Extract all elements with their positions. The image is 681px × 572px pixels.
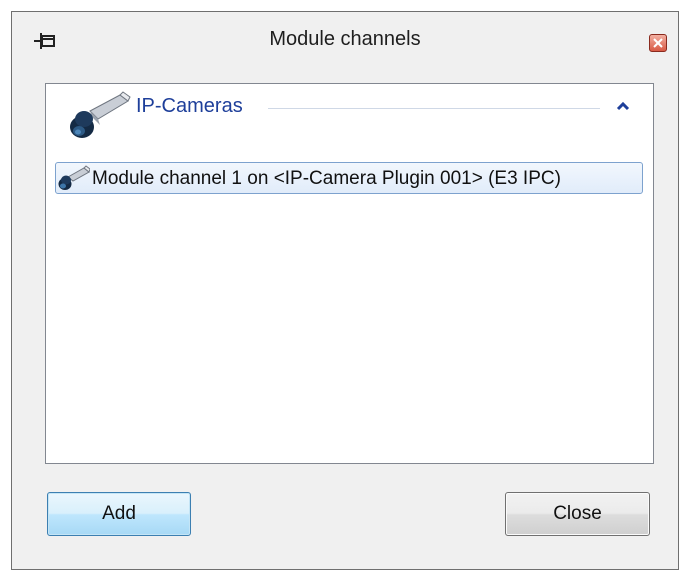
group-label: IP-Cameras bbox=[136, 95, 243, 117]
module-channels-window: Module channels IP-Cameras Module channe… bbox=[11, 11, 679, 570]
close-icon[interactable] bbox=[649, 34, 667, 52]
group-divider bbox=[268, 108, 600, 109]
close-button[interactable]: Close bbox=[505, 492, 650, 536]
list-item-label: Module channel 1 on <IP-Camera Plugin 00… bbox=[92, 168, 561, 189]
channel-list[interactable]: IP-Cameras Module channel 1 on <IP-Camer… bbox=[45, 83, 654, 464]
ip-camera-icon bbox=[58, 165, 91, 193]
list-item[interactable]: Module channel 1 on <IP-Camera Plugin 00… bbox=[55, 162, 643, 194]
window-title: Module channels bbox=[269, 28, 421, 50]
chevron-up-icon[interactable] bbox=[615, 98, 631, 114]
ip-camera-icon bbox=[68, 89, 134, 145]
add-button[interactable]: Add bbox=[47, 492, 191, 536]
title-bar[interactable]: Module channels bbox=[12, 12, 678, 70]
